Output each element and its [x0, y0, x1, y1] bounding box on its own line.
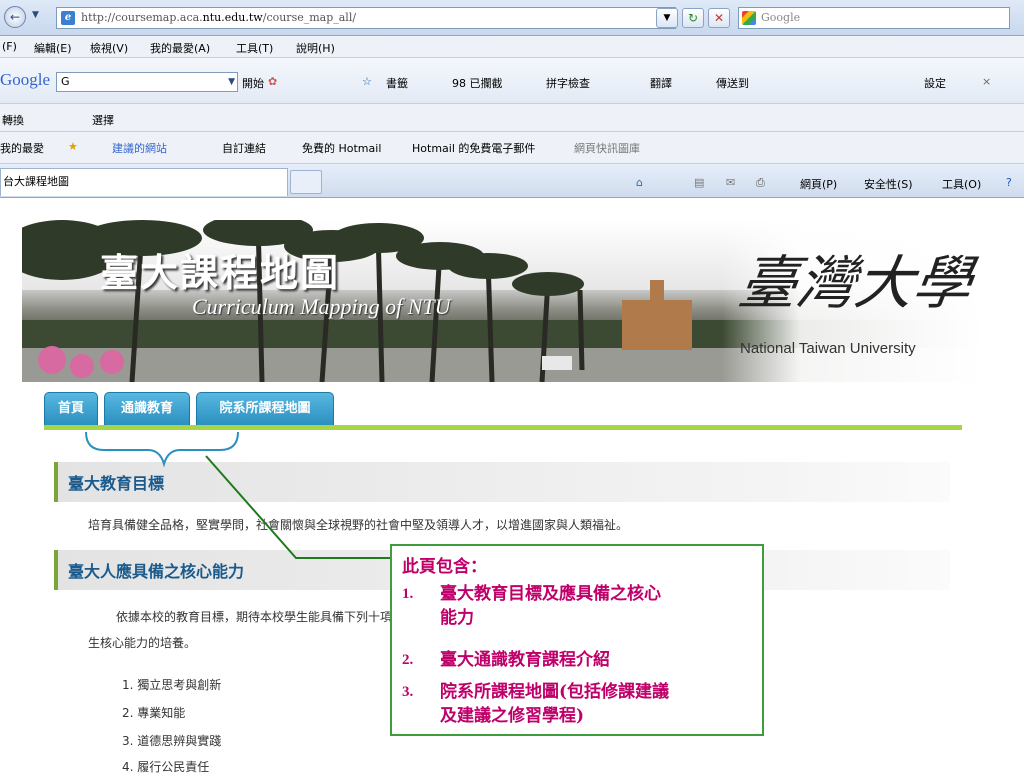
send-to-button[interactable]: 傳送到 [716, 75, 749, 91]
menu-help[interactable]: 說明(H) [296, 40, 335, 56]
translate-button[interactable]: 翻譯 [650, 75, 672, 91]
tab-row: 台大課程地圖 ⌂ ▤ ✉ ⎙ 網頁(P) 安全性(S) 工具(O) ? [0, 164, 1024, 198]
menu-tools[interactable]: 工具(T) [236, 40, 273, 56]
core-ability-item: 1. 獨立思考與創新 [122, 678, 222, 692]
fav-hotmail[interactable]: 免費的 Hotmail [302, 140, 381, 156]
university-calligraphy-logo: 臺灣大學 [734, 249, 977, 317]
section-heading-core-text: 臺大人應具備之核心能力 [68, 562, 245, 581]
core-ability-item: 3. 道德思辨與實踐 [122, 734, 222, 748]
tab-active[interactable]: 台大課程地圖 [0, 168, 288, 196]
gear-icon[interactable]: ✿ [268, 75, 277, 88]
callout-item-line: 臺大教育目標及應具備之核心 [440, 584, 661, 604]
callout-item: 院系所課程地圖(包括修課建議 及建議之修習學程) [440, 680, 669, 728]
url-prefix: http://coursemap.aca. [81, 11, 203, 24]
callout-title: 此頁包含： [402, 557, 487, 577]
tools-menu[interactable]: 工具(O) [942, 176, 981, 192]
url-path: /course_map_all/ [262, 11, 357, 24]
fav-web-slices[interactable]: 網頁快訊圖庫 [574, 140, 640, 156]
address-dropdown-icon[interactable]: ▼ [656, 8, 678, 28]
menu-view[interactable]: 檢視(V) [90, 40, 128, 56]
popup-blocked-button[interactable]: 98 已攔截 [452, 75, 503, 91]
tab-title: 台大課程地圖 [3, 175, 69, 188]
stop-icon[interactable]: ✕ [708, 8, 730, 28]
site-title: 臺大課程地圖 [100, 250, 341, 295]
back-button[interactable]: ← [4, 6, 26, 28]
search-field[interactable]: Google [738, 7, 1010, 29]
bookmarks-button[interactable]: 書籤 [386, 75, 408, 91]
annotation-callout: 此頁包含： 1. 臺大教育目標及應具備之核心 能力 2. 臺大通識教育課程介紹 … [390, 544, 764, 736]
mail-icon[interactable]: ✉ [726, 176, 735, 189]
nav-tab-home[interactable]: 首頁 [44, 392, 98, 426]
section-core-body-line2: 生核心能力的培養。 [88, 636, 197, 650]
nav-divider [44, 425, 962, 430]
home-icon[interactable]: ⌂ [636, 176, 643, 189]
section-goals-body: 培育具備健全品格，堅實學問，社會關懷與全球視野的社會中堅及領導人才，以增進國家與… [88, 518, 629, 532]
feeds-icon[interactable]: ▤ [694, 176, 704, 189]
callout-item-number: 1. [402, 586, 414, 602]
google-toolbar: Google G ▼ 開始 ✿ ☆ 書籤 98 已攔截 拼字檢查 翻譯 傳送到 設… [0, 58, 1024, 104]
fav-custom-links[interactable]: 自訂連結 [222, 140, 266, 156]
fav-suggested-sites[interactable]: 建議的網站 [112, 140, 167, 156]
new-tab-button[interactable] [290, 170, 322, 194]
nav-tab-department-maps[interactable]: 院系所課程地圖 [196, 392, 334, 426]
menu-file[interactable]: (F) [2, 40, 17, 53]
site-banner: 臺大課程地圖 Curriculum Mapping of NTU 臺灣大學 Na… [22, 220, 982, 382]
university-english-name: National Taiwan University [740, 340, 916, 357]
spellcheck-button[interactable]: 拼字檢查 [546, 75, 590, 91]
google-icon [742, 11, 756, 25]
address-field[interactable]: e http://coursemap.aca.ntu.edu.tw/course… [56, 7, 676, 29]
favorites-star-icon[interactable]: ★ [68, 140, 78, 153]
convert-toolbar: 轉換 選擇 [0, 104, 1024, 132]
help-icon[interactable]: ? [1006, 176, 1012, 189]
callout-item-line: 臺大通識教育課程介紹 [440, 650, 610, 670]
callout-item-number: 3. [402, 684, 414, 700]
select-button[interactable]: 選擇 [92, 112, 114, 128]
page-menu[interactable]: 網頁(P) [800, 176, 837, 192]
google-logo: Google [0, 70, 51, 89]
refresh-icon[interactable]: ↻ [682, 8, 704, 28]
site-subtitle: Curriculum Mapping of NTU [192, 294, 451, 319]
menu-bar: (F) 編輯(E) 檢視(V) 我的最愛(A) 工具(T) 說明(H) [0, 36, 1024, 58]
history-dropdown-icon[interactable]: ▼ [32, 10, 39, 20]
fav-hotmail-email[interactable]: Hotmail 的免費電子郵件 [412, 140, 535, 156]
browser-chrome: ← ▼ e http://coursemap.aca.ntu.edu.tw/co… [0, 0, 1024, 200]
callout-item-line: 能力 [440, 608, 474, 628]
search-placeholder: Google [761, 11, 801, 24]
favorites-bar: 我的最愛 ★ 建議的網站 自訂連結 免費的 Hotmail Hotmail 的免… [0, 132, 1024, 164]
section-heading-goals: 臺大教育目標 [54, 462, 950, 502]
address-bar-row: ← ▼ e http://coursemap.aca.ntu.edu.tw/co… [0, 0, 1024, 36]
core-ability-item: 4. 履行公民責任 [122, 760, 210, 774]
url-domain: ntu.edu.tw [202, 11, 263, 24]
print-icon[interactable]: ⎙ [756, 176, 765, 190]
google-start-button[interactable]: 開始 [242, 75, 264, 91]
callout-item-number: 2. [402, 652, 414, 668]
callout-item: 臺大教育目標及應具備之核心 能力 [440, 582, 661, 630]
callout-item: 臺大通識教育課程介紹 [440, 648, 610, 672]
star-icon[interactable]: ☆ [362, 75, 372, 88]
ie-page-icon: e [61, 11, 75, 25]
nav-tab-general-education[interactable]: 通識教育 [104, 392, 190, 426]
callout-item-line: 院系所課程地圖(包括修課建議 [440, 682, 670, 702]
google-toolbar-search[interactable]: G ▼ [56, 72, 238, 92]
close-toolbar-button[interactable]: × [982, 75, 991, 88]
google-box-text: G [61, 75, 70, 88]
chevron-down-icon: ▼ [228, 77, 235, 87]
menu-favorites[interactable]: 我的最愛(A) [150, 40, 210, 56]
menu-edit[interactable]: 編輯(E) [34, 40, 72, 56]
callout-item-line: 及建議之修習學程) [440, 706, 585, 726]
section-heading-goals-text: 臺大教育目標 [68, 474, 165, 493]
settings-button[interactable]: 設定 [924, 75, 946, 91]
core-ability-item: 2. 專業知能 [122, 706, 186, 720]
favorites-label: 我的最愛 [0, 142, 44, 155]
convert-button[interactable]: 轉換 [2, 112, 24, 128]
safety-menu[interactable]: 安全性(S) [864, 176, 913, 192]
